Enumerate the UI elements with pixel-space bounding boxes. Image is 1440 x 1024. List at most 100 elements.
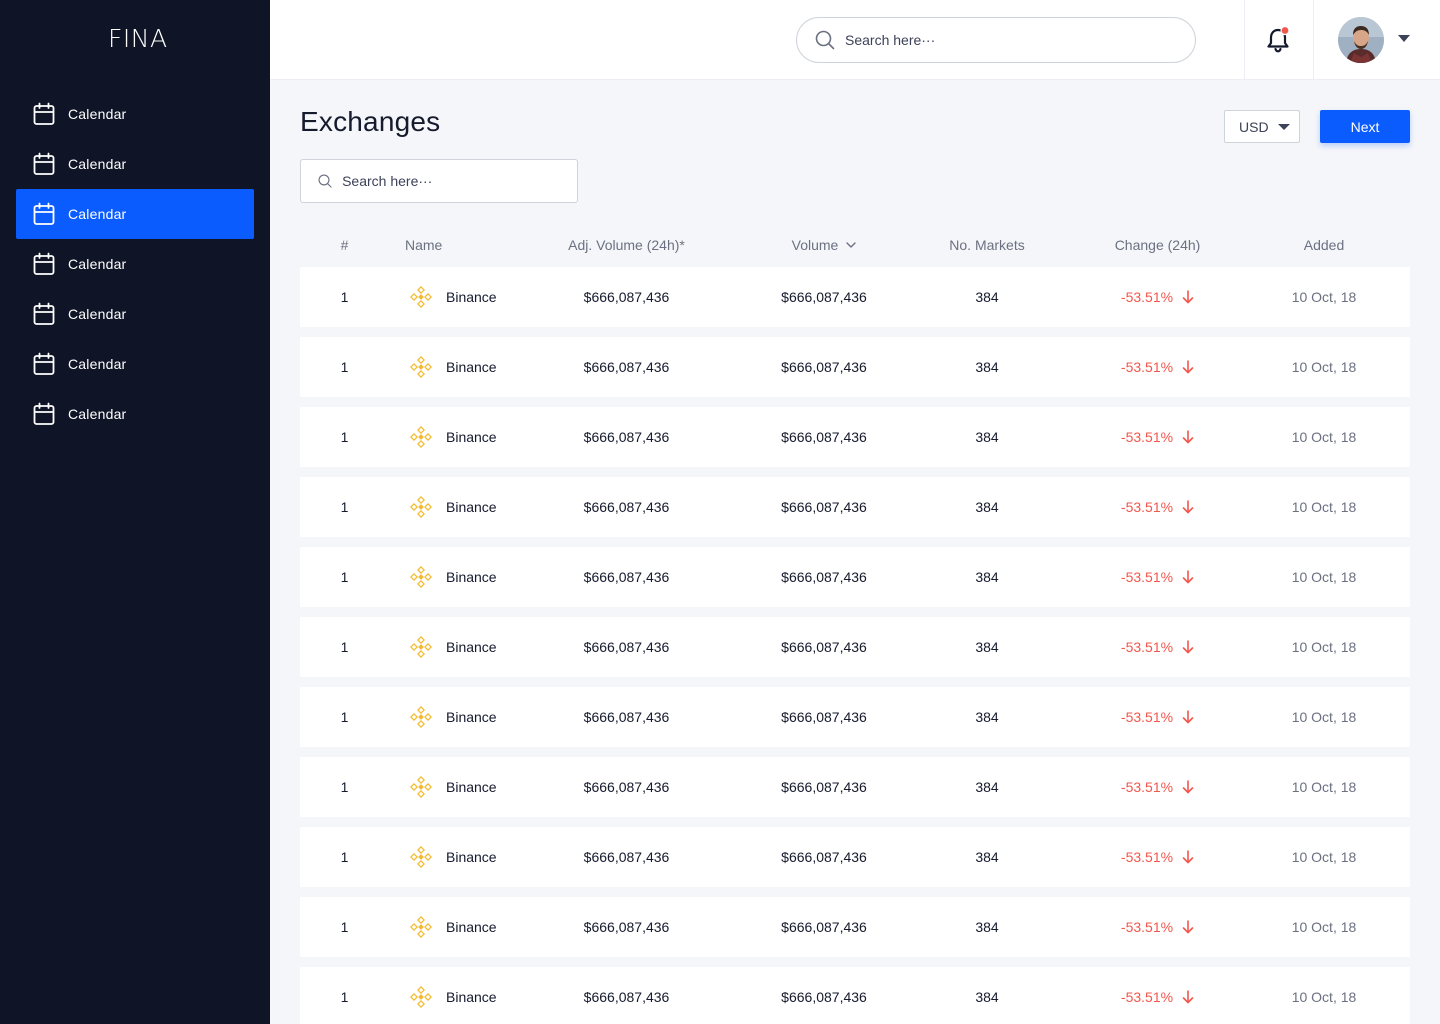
sidebar-item-calendar[interactable]: Calendar — [16, 239, 254, 289]
arrow-down-icon — [1182, 780, 1194, 794]
table-row[interactable]: 1 Binance $666,087,436 $666,087,436 384 -53.5… — [300, 267, 1410, 327]
currency-select[interactable]: USD — [1224, 110, 1300, 143]
cell-added: 10 Oct, 18 — [1291, 989, 1357, 1005]
sidebar-nav: Calendar Calendar Calendar Calendar Calendar… — [16, 89, 254, 439]
arrow-down-icon — [1182, 640, 1194, 654]
sidebar-item-label: Calendar — [68, 356, 127, 372]
sidebar-item-label: Calendar — [68, 206, 127, 222]
chevron-down-icon[interactable] — [1398, 35, 1410, 43]
cell-rank: 1 — [340, 639, 349, 655]
table-row[interactable]: 1 Binance $666,087,436 $666,087,436 384 -53.5… — [300, 477, 1410, 537]
cell-adj-volume: $666,087,436 — [583, 359, 670, 375]
binance-coin-icon — [410, 426, 432, 448]
exchange-name: Binance — [446, 709, 497, 725]
sidebar-item-calendar[interactable]: Calendar — [16, 339, 254, 389]
column-header-name[interactable]: Name — [405, 222, 565, 267]
table-row[interactable]: 1 Binance $666,087,436 $666,087,436 384 -53.5… — [300, 547, 1410, 607]
table-row[interactable]: 1 Binance $666,087,436 $666,087,436 384 -53.5… — [300, 757, 1410, 817]
cell-name[interactable]: Binance — [405, 267, 565, 327]
cell-name[interactable]: Binance — [405, 827, 565, 887]
cell-name[interactable]: Binance — [405, 617, 565, 677]
column-header-volume[interactable]: Volume — [747, 222, 901, 267]
calendar-icon — [33, 102, 55, 126]
cell-name[interactable]: Binance — [405, 547, 565, 607]
column-header-added[interactable]: Added — [1246, 222, 1402, 267]
cell-rank: 1 — [340, 849, 349, 865]
sidebar-item-calendar[interactable]: Calendar — [16, 139, 254, 189]
binance-coin-icon — [410, 706, 432, 728]
cell-change: -53.51% — [1080, 267, 1235, 327]
top-bar — [270, 0, 1440, 80]
cell-name[interactable]: Binance — [405, 407, 565, 467]
sidebar-item-calendar[interactable]: Calendar — [16, 89, 254, 139]
sidebar-item-label: Calendar — [68, 106, 127, 122]
cell-adj-volume: $666,087,436 — [583, 779, 670, 795]
table-row[interactable]: 1 Binance $666,087,436 $666,087,436 384 -53.5… — [300, 897, 1410, 957]
cell-name[interactable]: Binance — [405, 337, 565, 397]
table-row[interactable]: 1 Binance $666,087,436 $666,087,436 384 -53.5… — [300, 407, 1410, 467]
divider — [1244, 0, 1245, 80]
column-header-rank[interactable]: # — [300, 222, 389, 267]
column-header-adj-volume[interactable]: Adj. Volume (24h)* — [550, 222, 703, 267]
change-value: -53.51% — [1120, 499, 1174, 515]
cell-rank: 1 — [340, 499, 349, 515]
column-header-change[interactable]: Change (24h) — [1080, 222, 1235, 267]
cell-change: -53.51% — [1080, 547, 1235, 607]
cell-rank: 1 — [340, 569, 349, 585]
binance-coin-icon — [410, 566, 432, 588]
exchange-search[interactable] — [300, 159, 578, 203]
cell-added: 10 Oct, 18 — [1291, 569, 1357, 585]
cell-volume: $666,087,436 — [781, 919, 867, 935]
divider — [1313, 0, 1314, 80]
cell-volume: $666,087,436 — [781, 639, 867, 655]
cell-name[interactable]: Binance — [405, 687, 565, 747]
change-value: -53.51% — [1120, 849, 1174, 865]
cell-adj-volume: $666,087,436 — [583, 849, 670, 865]
cell-markets: 384 — [975, 429, 999, 445]
sidebar-item-calendar[interactable]: Calendar — [16, 289, 254, 339]
cell-added: 10 Oct, 18 — [1291, 639, 1357, 655]
exchange-search-input[interactable] — [342, 173, 577, 189]
user-avatar[interactable] — [1338, 17, 1384, 63]
cell-name[interactable]: Binance — [405, 967, 565, 1024]
cell-volume: $666,087,436 — [781, 989, 867, 1005]
change-value: -53.51% — [1120, 569, 1174, 585]
header-search-input[interactable] — [845, 32, 1145, 48]
binance-coin-icon — [410, 356, 432, 378]
currency-value: USD — [1239, 118, 1269, 135]
cell-markets: 384 — [975, 359, 999, 375]
table-row[interactable]: 1 Binance $666,087,436 $666,087,436 384 -53.5… — [300, 687, 1410, 747]
search-icon — [815, 30, 835, 50]
cell-markets: 384 — [975, 499, 999, 515]
table-row[interactable]: 1 Binance $666,087,436 $666,087,436 384 -53.5… — [300, 827, 1410, 887]
app-logo[interactable]: FINA — [108, 24, 168, 53]
sidebar: FINA Calendar Calendar Calendar Calendar Cal… — [0, 0, 270, 1024]
sidebar-item-label: Calendar — [68, 306, 127, 322]
cell-markets: 384 — [975, 849, 999, 865]
cell-rank: 1 — [340, 359, 349, 375]
table-row[interactable]: 1 Binance $666,087,436 $666,087,436 384 -53.5… — [300, 967, 1410, 1024]
cell-name[interactable]: Binance — [405, 757, 565, 817]
cell-adj-volume: $666,087,436 — [583, 499, 670, 515]
calendar-icon — [33, 252, 55, 276]
sidebar-item-calendar[interactable]: Calendar — [16, 389, 254, 439]
cell-adj-volume: $666,087,436 — [583, 709, 670, 725]
cell-name[interactable]: Binance — [405, 897, 565, 957]
exchange-name: Binance — [446, 919, 497, 935]
sidebar-item-calendar[interactable]: Calendar — [16, 189, 254, 239]
calendar-icon — [33, 402, 55, 426]
page-title: Exchanges — [300, 106, 441, 137]
cell-change: -53.51% — [1080, 827, 1235, 887]
table-row[interactable]: 1 Binance $666,087,436 $666,087,436 384 -53.5… — [300, 337, 1410, 397]
next-button[interactable]: Next — [1320, 110, 1410, 143]
bell-icon[interactable] — [1265, 25, 1291, 54]
table-row[interactable]: 1 Binance $666,087,436 $666,087,436 384 -53.5… — [300, 617, 1410, 677]
column-header-markets[interactable]: No. Markets — [911, 222, 1063, 267]
change-value: -53.51% — [1120, 429, 1174, 445]
cell-markets: 384 — [975, 289, 999, 305]
sidebar-item-label: Calendar — [68, 406, 127, 422]
binance-coin-icon — [410, 846, 432, 868]
cell-name[interactable]: Binance — [405, 477, 565, 537]
header-search[interactable] — [796, 17, 1196, 63]
cell-volume: $666,087,436 — [781, 289, 867, 305]
